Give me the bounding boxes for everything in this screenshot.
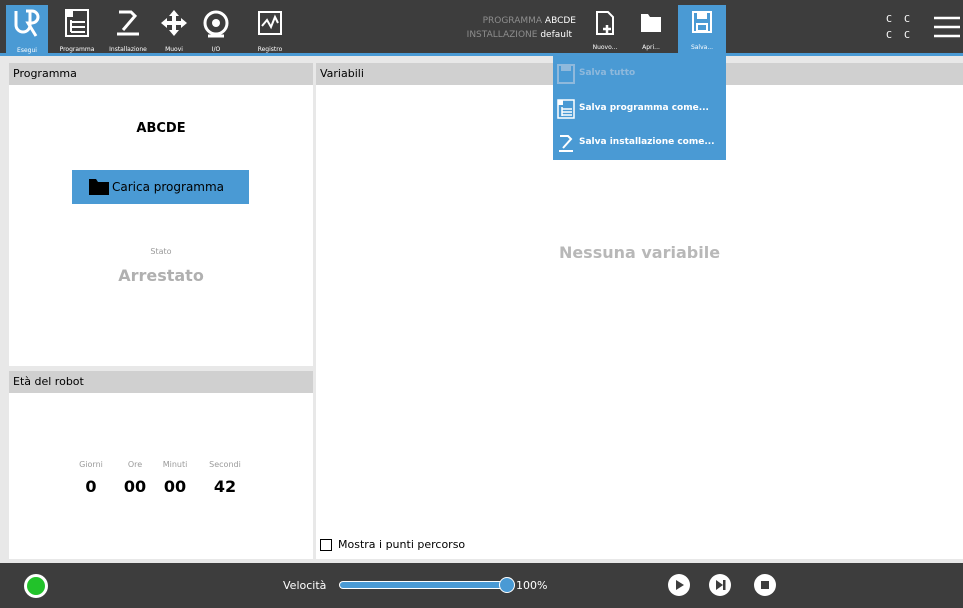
program-tab-label: Programma bbox=[59, 46, 95, 53]
speed-slider[interactable] bbox=[339, 577, 515, 593]
save-installation-as-label: Salva installazione come... bbox=[579, 137, 715, 147]
days-value: 0 bbox=[85, 477, 97, 496]
hours-label: Ore bbox=[127, 460, 143, 469]
speed-slider-fill bbox=[340, 582, 508, 588]
minutes-label: Minuti bbox=[162, 460, 188, 469]
robot-arm-icon bbox=[559, 135, 573, 152]
program-tab[interactable]: Programma bbox=[52, 5, 102, 53]
speed-slider-thumb[interactable] bbox=[499, 577, 515, 593]
installation-info: INSTALLAZIONE default bbox=[440, 30, 572, 40]
top-bar: Esegui Programma Installazione Muovi I/O bbox=[0, 0, 963, 56]
run-tab[interactable]: Esegui bbox=[6, 5, 48, 55]
move-tab[interactable]: Muovi bbox=[154, 5, 194, 53]
show-waypoints-checkbox[interactable] bbox=[320, 539, 332, 551]
program-panel-header: Programma bbox=[9, 63, 313, 85]
run-tab-label: Esegui bbox=[17, 47, 37, 54]
save-button[interactable]: Salva... bbox=[678, 5, 726, 55]
installation-tab[interactable]: Installazione bbox=[104, 5, 152, 53]
save-program-as-label: Salva programma come... bbox=[579, 103, 709, 113]
step-forward-icon bbox=[716, 580, 726, 590]
installation-value: default bbox=[540, 30, 572, 40]
hamburger-menu-button[interactable] bbox=[934, 16, 960, 38]
step-button[interactable] bbox=[709, 574, 731, 596]
installation-key: INSTALLAZIONE bbox=[466, 30, 538, 40]
program-tree-icon bbox=[65, 9, 89, 37]
load-program-label: Carica programma bbox=[112, 180, 225, 194]
move-tab-label: Muovi bbox=[165, 46, 183, 53]
log-tab-label: Registro bbox=[257, 46, 283, 53]
hours-value: 00 bbox=[123, 477, 147, 496]
folder-icon bbox=[89, 179, 109, 195]
save-button-label: Salva... bbox=[690, 44, 714, 51]
save-disk-icon bbox=[692, 11, 712, 33]
robot-age-panel: Età del robot Giorni Ore Minuti Secondi … bbox=[9, 371, 313, 559]
program-info: PROGRAMMA ABCDE bbox=[440, 16, 576, 26]
speed-label: Velocità bbox=[283, 579, 327, 592]
save-all-item[interactable]: Salva tutto bbox=[553, 58, 726, 88]
minutes-value: 00 bbox=[163, 477, 187, 496]
play-icon bbox=[676, 580, 684, 590]
save-installation-as-item[interactable]: Salva installazione come... bbox=[553, 127, 726, 157]
robot-arm-icon bbox=[117, 10, 139, 36]
program-name: ABCDE bbox=[136, 121, 186, 136]
folder-icon bbox=[641, 14, 661, 32]
play-button[interactable] bbox=[668, 574, 690, 596]
top-bar-accent bbox=[0, 53, 963, 56]
program-panel: Programma ABCDE Carica programma Stato A… bbox=[9, 63, 313, 366]
new-file-icon bbox=[596, 11, 614, 35]
installation-tab-label: Installazione bbox=[109, 46, 147, 53]
io-tab[interactable]: I/O bbox=[198, 5, 234, 53]
speed-value: 100% bbox=[516, 579, 548, 592]
program-tree-icon bbox=[557, 99, 575, 119]
no-variables-text: Nessuna variabile bbox=[558, 243, 721, 262]
save-menu: Salva tutto Salva programma come... Salv… bbox=[553, 56, 726, 160]
status-indicator-icon bbox=[27, 577, 45, 595]
footer-bar: Velocità 100% bbox=[0, 563, 963, 608]
open-button[interactable]: Apri... bbox=[630, 5, 672, 55]
state-value: Arrestato bbox=[118, 266, 204, 285]
save-disk-icon bbox=[557, 64, 575, 84]
stop-icon bbox=[761, 581, 769, 589]
new-button[interactable]: Nuovo... bbox=[585, 5, 625, 55]
save-program-as-item[interactable]: Salva programma come... bbox=[553, 93, 726, 123]
stop-button[interactable] bbox=[754, 574, 776, 596]
log-tab[interactable]: Registro bbox=[252, 5, 288, 53]
power-status-button[interactable] bbox=[24, 574, 48, 598]
days-label: Giorni bbox=[79, 460, 103, 469]
program-value: ABCDE bbox=[544, 16, 576, 26]
open-button-label: Apri... bbox=[642, 44, 660, 51]
io-gauge-icon bbox=[203, 10, 229, 38]
show-waypoints-label: Mostra i punti percorso bbox=[338, 538, 466, 551]
new-button-label: Nuovo... bbox=[592, 44, 618, 51]
state-label: Stato bbox=[150, 247, 172, 256]
robot-age-header: Età del robot bbox=[9, 371, 313, 393]
io-tab-label: I/O bbox=[211, 46, 221, 53]
cc-indicator-top: C C bbox=[886, 14, 914, 25]
ur-logo-icon bbox=[14, 9, 40, 37]
program-key: PROGRAMMA bbox=[482, 16, 543, 26]
save-all-label: Salva tutto bbox=[579, 68, 636, 78]
log-chart-icon bbox=[258, 11, 282, 35]
cc-indicator-bottom: C C bbox=[886, 30, 914, 41]
move-arrows-icon bbox=[161, 10, 187, 36]
load-program-button[interactable]: Carica programma bbox=[72, 170, 249, 204]
seconds-value: 42 bbox=[213, 477, 237, 496]
hamburger-icon bbox=[934, 16, 960, 38]
seconds-label: Secondi bbox=[209, 460, 241, 469]
